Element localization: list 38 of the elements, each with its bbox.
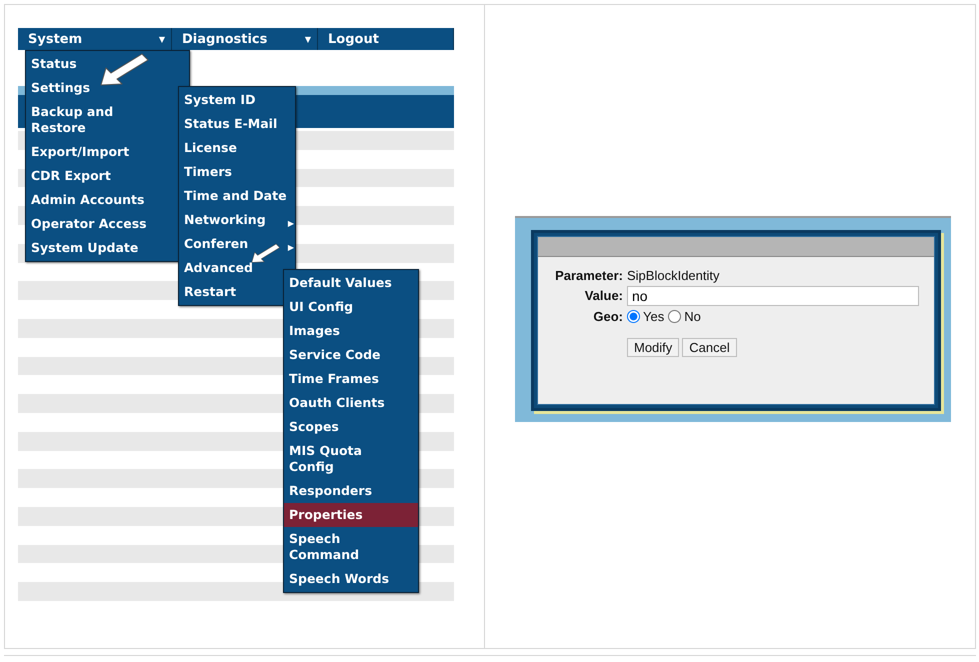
submenu-arrow-icon: ▶ [288, 216, 294, 232]
menu-item[interactable]: Speech Command [284, 527, 418, 567]
radio-button[interactable] [668, 310, 682, 322]
submenu-arrow-icon: ▶ [288, 240, 294, 256]
field-value: SipBlockIdentity [627, 268, 720, 282]
menu-item[interactable]: Default Values [284, 271, 418, 295]
caret-icon: ▼ [304, 34, 311, 44]
menu-item[interactable]: UI Config [284, 295, 418, 319]
menu-item[interactable]: Networking ▶ [179, 208, 295, 232]
input-field[interactable]: no [627, 286, 919, 306]
dialog-button[interactable]: Cancel [682, 338, 737, 356]
radio-label: No [684, 308, 701, 324]
menu-bar-item[interactable]: Logout [318, 28, 454, 50]
menu-item[interactable]: Status E-Mail [179, 112, 295, 136]
field-label: Parameter: [554, 268, 624, 282]
menu-item[interactable]: System ID [179, 88, 295, 112]
menu-item[interactable]: Responders [284, 479, 418, 503]
menu-item[interactable]: MIS Quota Config [284, 439, 418, 479]
field-label: Value: [584, 288, 624, 303]
menu-item[interactable]: Conferen ▶ [179, 232, 295, 256]
menu-item[interactable]: Scopes [284, 415, 418, 439]
menu-item[interactable]: Status [26, 52, 189, 76]
menu-item[interactable]: Timers [179, 160, 295, 184]
dialog-button[interactable]: Modify [627, 338, 680, 356]
menu-item[interactable]: Oauth Clients [284, 391, 418, 415]
annotation-arrow [251, 244, 280, 263]
annotation-arrow [100, 54, 148, 86]
menu-item[interactable]: License [179, 136, 295, 160]
field-label: Geo: [592, 308, 624, 324]
menu-item[interactable]: Time and Date [179, 184, 295, 208]
menu-item[interactable]: Properties [284, 503, 418, 527]
menu-item[interactable]: Speech Words [284, 567, 418, 591]
menu-item[interactable]: Images [284, 319, 418, 343]
menu-item[interactable]: Service Code [284, 343, 418, 367]
radio-label: Yes [643, 308, 664, 324]
radio-button[interactable] [627, 310, 640, 322]
caret-icon: ▼ [158, 34, 165, 44]
menu-item[interactable]: Time Frames [284, 367, 418, 391]
